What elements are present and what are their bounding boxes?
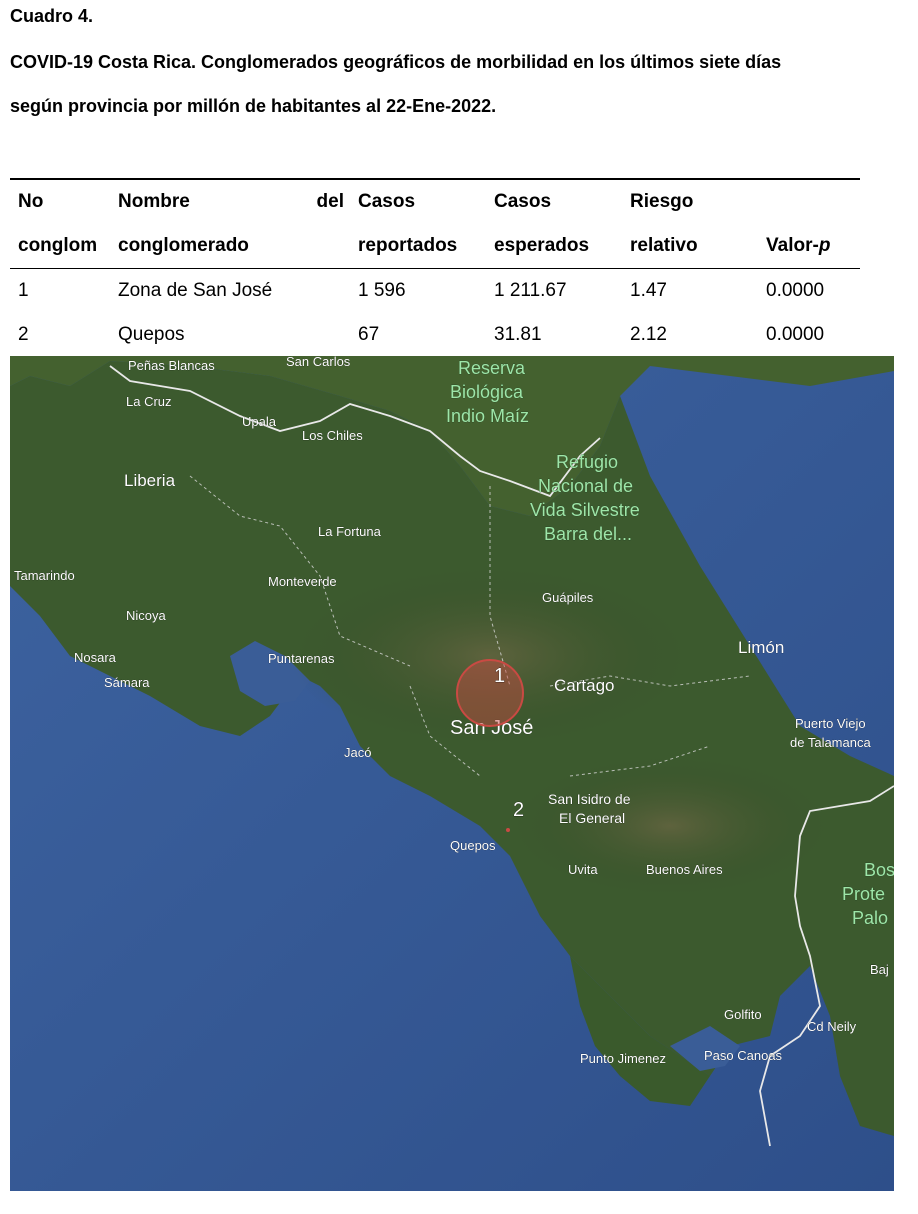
table-cell: 1 596 xyxy=(358,280,406,301)
header-cell: reportados xyxy=(358,235,458,256)
table-title-line-1: COVID-19 Costa Rica. Conglomerados geogr… xyxy=(10,52,782,72)
label-bosque: Bos xyxy=(864,860,894,880)
header-cell: Riesgo xyxy=(630,191,694,212)
table-cell: 0.0000 xyxy=(766,280,825,301)
table-cell: 1 211.67 xyxy=(494,280,567,301)
table-cell: 2 xyxy=(18,324,29,345)
table-cell: Quepos xyxy=(118,324,185,345)
header-text: Valor- xyxy=(766,235,819,256)
label-palo: Palo xyxy=(852,908,888,928)
header-cell: Nombre del xyxy=(110,180,350,224)
header-text: del xyxy=(316,191,344,212)
cluster-1-circle xyxy=(456,659,524,727)
label-biologica: Biológica xyxy=(450,382,524,402)
table-cell: 1.47 xyxy=(630,280,667,301)
label-upala: Upala xyxy=(242,414,277,429)
label-san-carlos: San Carlos xyxy=(286,356,351,369)
header-cell: conglom xyxy=(18,235,98,256)
label-quepos: Quepos xyxy=(450,838,496,853)
cluster-2-label: 2 xyxy=(513,799,524,821)
header-cell: conglomerado xyxy=(118,235,249,256)
label-indio-maiz: Indio Maíz xyxy=(446,406,529,426)
cluster-1-label: 1 xyxy=(494,665,505,687)
label-samara: Sámara xyxy=(104,675,150,690)
label-la-cruz: La Cruz xyxy=(126,394,172,409)
label-tamarindo: Tamarindo xyxy=(14,568,75,583)
table-cell: 67 xyxy=(358,324,380,345)
cluster-1: 1 xyxy=(456,659,524,727)
header-cell: No xyxy=(18,191,44,212)
label-guapiles: Guápiles xyxy=(542,590,594,605)
table-cell: 0.0000 xyxy=(766,324,825,345)
label-paso-canoas: Paso Canoas xyxy=(704,1048,783,1063)
label-nicoya: Nicoya xyxy=(126,608,167,623)
label-liberia: Liberia xyxy=(124,471,176,490)
label-uvita: Uvita xyxy=(568,862,598,877)
label-penas-blancas: Peñas Blancas xyxy=(128,358,215,373)
label-barra-del: Barra del... xyxy=(544,524,632,544)
table-cell: 1 xyxy=(18,280,29,301)
header-row: No Nombre del Casos Casos Riesgo xyxy=(10,179,860,224)
label-puerto-viejo: Puerto Viejo xyxy=(795,716,866,731)
cluster-table: No Nombre del Casos Casos Riesgo conglom… xyxy=(10,178,860,359)
label-limon: Limón xyxy=(738,638,784,657)
header-cell: Casos xyxy=(494,191,552,212)
table-row: 2 Quepos 67 31.81 2.12 0.0000 xyxy=(10,313,860,358)
header-cell: relativo xyxy=(630,235,698,256)
table-number: Cuadro 4. xyxy=(10,6,94,26)
label-san-isidro: San Isidro de xyxy=(548,791,631,807)
label-cd-neily: Cd Neily xyxy=(807,1019,857,1034)
label-baja: Baj xyxy=(870,962,889,977)
label-nosara: Nosara xyxy=(74,650,117,665)
table-title-line-2: según provincia por millón de habitantes… xyxy=(10,96,497,116)
label-golfito: Golfito xyxy=(724,1007,762,1022)
label-puntarenas: Puntarenas xyxy=(268,651,335,666)
header-row: conglom conglomerado reportados esperado… xyxy=(10,224,860,269)
cluster-2-marker xyxy=(506,828,510,832)
label-punto-jimenez: Punto Jimenez xyxy=(580,1051,666,1066)
header-cell: Casos xyxy=(358,191,416,212)
header-cell: Valor-p xyxy=(758,224,860,269)
table-row: 1 Zona de San José 1 596 1 211.67 1.47 0… xyxy=(10,269,860,314)
header-text: p xyxy=(818,235,831,256)
label-los-chiles: Los Chiles xyxy=(302,428,363,443)
header-text: Nombre xyxy=(118,191,190,212)
label-vida-silvestre: Vida Silvestre xyxy=(530,500,640,520)
label-de-talamanca: de Talamanca xyxy=(790,735,871,750)
label-el-general: El General xyxy=(559,810,625,826)
label-reserva: Reserva xyxy=(458,358,526,378)
label-nacional-de: Nacional de xyxy=(538,476,633,496)
table-cell: 2.12 xyxy=(630,324,667,345)
header-cell xyxy=(758,179,860,224)
label-la-fortuna: La Fortuna xyxy=(318,524,382,539)
label-jaco: Jacó xyxy=(344,745,371,760)
label-cartago: Cartago xyxy=(554,676,614,695)
cluster-map: Peñas Blancas San Carlos La Cruz Upala L… xyxy=(10,356,894,1191)
label-refugio: Refugio xyxy=(556,452,618,472)
label-buenos-aires: Buenos Aires xyxy=(646,862,723,877)
label-monteverde: Monteverde xyxy=(268,574,337,589)
table-cell: Zona de San José xyxy=(118,280,273,301)
label-protegido: Prote xyxy=(842,884,885,904)
table-cell: 31.81 xyxy=(494,324,542,345)
header-cell: esperados xyxy=(494,235,590,256)
